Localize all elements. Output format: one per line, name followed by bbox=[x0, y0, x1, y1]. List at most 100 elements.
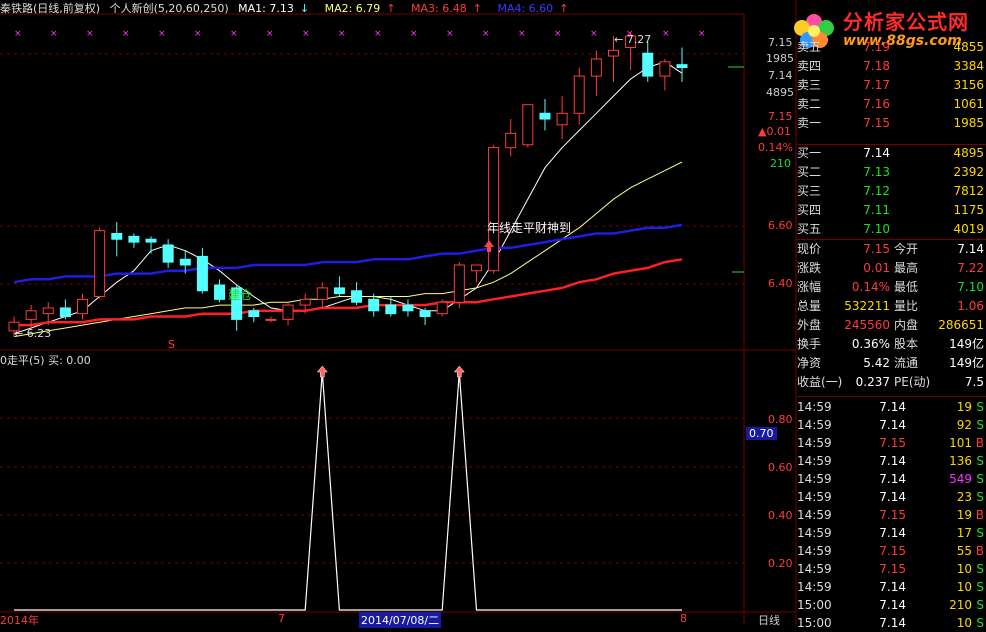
ask-label: 卖四 bbox=[797, 59, 822, 73]
ask-price: 7.19 bbox=[863, 40, 890, 54]
candle-body bbox=[642, 52, 654, 77]
candle-body bbox=[94, 230, 106, 297]
candle-body bbox=[128, 235, 140, 243]
marker-x: × bbox=[122, 29, 130, 39]
candle-body bbox=[25, 310, 37, 320]
x-axis-mid: 7 bbox=[278, 612, 285, 625]
tick-price: 7.14 bbox=[879, 580, 906, 594]
ask-row: 卖二 7.16 1061 bbox=[797, 95, 986, 114]
candle-body bbox=[282, 304, 294, 320]
stat-value: 0.36% bbox=[851, 337, 890, 351]
bid-label: 买五 bbox=[797, 222, 822, 236]
tick-side: S bbox=[976, 526, 984, 540]
candle-body bbox=[522, 104, 534, 146]
bid-price: 7.13 bbox=[863, 165, 890, 179]
stat-label: 换手 bbox=[797, 337, 822, 351]
candle-body bbox=[42, 307, 54, 315]
tick-volume: 549 bbox=[949, 472, 972, 486]
tick-row: 14:59 7.15 19 B bbox=[797, 506, 986, 524]
stat-label-2: 最低 bbox=[894, 280, 919, 294]
period-label[interactable]: 日线 bbox=[758, 612, 780, 628]
candle-body bbox=[402, 304, 414, 312]
stat-value-2: 7.14 bbox=[957, 242, 984, 256]
tick-side: S bbox=[976, 490, 984, 504]
tick-price: 7.15 bbox=[879, 544, 906, 558]
scale-mid: 7.14 bbox=[768, 69, 793, 82]
scale-660: 6.60 bbox=[768, 219, 793, 232]
stat-row: 收益(一) 0.237 PE(动) 7.5 bbox=[797, 373, 986, 392]
bid-price: 7.10 bbox=[863, 222, 890, 236]
marker-x: × bbox=[590, 29, 598, 39]
candle-body bbox=[385, 304, 397, 315]
tick-time: 14:59 bbox=[797, 544, 832, 558]
marker-x: × bbox=[158, 29, 166, 39]
tick-volume: 10 bbox=[956, 580, 972, 594]
stat-value: 5.42 bbox=[863, 356, 890, 370]
candle-body bbox=[316, 287, 328, 300]
bid-volume: 4019 bbox=[953, 222, 984, 236]
ma2-value: MA2: 6.79 ↑ bbox=[324, 2, 396, 15]
bid-row: 买五 7.10 4019 bbox=[797, 220, 986, 239]
stat-label: 总量 bbox=[797, 299, 822, 313]
ask-price: 7.16 bbox=[863, 97, 890, 111]
candle-body bbox=[351, 290, 363, 303]
candle-body bbox=[59, 307, 71, 318]
tick-volume: 136 bbox=[949, 454, 972, 468]
stat-value: 245560 bbox=[844, 318, 890, 332]
indicator-name: 个人新创(5,20,60,250) bbox=[109, 2, 229, 15]
tick-price: 7.14 bbox=[879, 598, 906, 612]
marker-x: × bbox=[338, 29, 346, 39]
candle-body bbox=[676, 64, 688, 69]
ask-label: 卖一 bbox=[797, 116, 822, 130]
tick-time: 15:00 bbox=[797, 616, 832, 630]
candle-body bbox=[659, 61, 671, 77]
marker-x: × bbox=[482, 29, 490, 39]
bid-price: 7.14 bbox=[863, 146, 890, 160]
marker-x: × bbox=[410, 29, 418, 39]
bid-row: 买四 7.11 1175 bbox=[797, 201, 986, 220]
peak-arrow-icon bbox=[453, 365, 465, 378]
candle-body bbox=[265, 318, 277, 321]
candle-body bbox=[607, 49, 619, 57]
tick-volume: 19 bbox=[956, 400, 972, 414]
candle-body bbox=[145, 238, 157, 243]
marker-x: × bbox=[518, 29, 526, 39]
scale-change: ▲0.01 bbox=[758, 125, 791, 138]
x-axis-left: 2014年 bbox=[0, 614, 39, 627]
marker-x: × bbox=[194, 29, 202, 39]
bid-volume: 2392 bbox=[953, 165, 984, 179]
scale-pct: 0.14% bbox=[758, 141, 793, 154]
candle-body bbox=[573, 75, 585, 114]
bid-volume: 4895 bbox=[953, 146, 984, 160]
ind-current-value: 0.70 bbox=[746, 427, 777, 440]
stat-label: 涨幅 bbox=[797, 280, 822, 294]
tick-side: S bbox=[976, 616, 984, 630]
ask-volume: 4855 bbox=[953, 40, 984, 54]
ask-row: 卖四 7.18 3384 bbox=[797, 57, 986, 76]
stat-label-2: 内盘 bbox=[894, 318, 919, 332]
bid-label: 买二 bbox=[797, 165, 822, 179]
stat-row: 外盘 245560 内盘 286651 bbox=[797, 316, 986, 335]
candle-body bbox=[419, 310, 431, 318]
ask-volume: 1985 bbox=[953, 116, 984, 130]
tick-time: 14:59 bbox=[797, 562, 832, 576]
stat-value-2: 286651 bbox=[938, 318, 984, 332]
stat-value: 0.01 bbox=[863, 261, 890, 275]
stat-label-2: 股本 bbox=[894, 337, 919, 351]
stat-label: 现价 bbox=[797, 242, 822, 256]
candle-body bbox=[333, 287, 345, 295]
ma-line-ma20 bbox=[13, 161, 683, 338]
tick-time: 14:59 bbox=[797, 490, 832, 504]
tick-row: 14:59 7.14 92 S bbox=[797, 416, 986, 434]
ind-scale-080: 0.80 bbox=[768, 413, 793, 426]
tick-price: 7.14 bbox=[879, 616, 906, 630]
bid-row: 买一 7.14 4895 bbox=[797, 144, 986, 163]
scale-640: 6.40 bbox=[768, 277, 793, 290]
bid-row: 买三 7.12 7812 bbox=[797, 182, 986, 201]
bid-label: 买三 bbox=[797, 184, 822, 198]
tick-price: 7.14 bbox=[879, 418, 906, 432]
ma3-value: MA3: 6.48 ↑ bbox=[411, 2, 482, 15]
ask-price: 7.17 bbox=[863, 78, 890, 92]
main-chart-header: 秦铁路(日线,前复权) 个人新创(5,20,60,250) MA1: 7.13 ↓… bbox=[0, 0, 580, 15]
bid-row: 买二 7.13 2392 bbox=[797, 163, 986, 182]
